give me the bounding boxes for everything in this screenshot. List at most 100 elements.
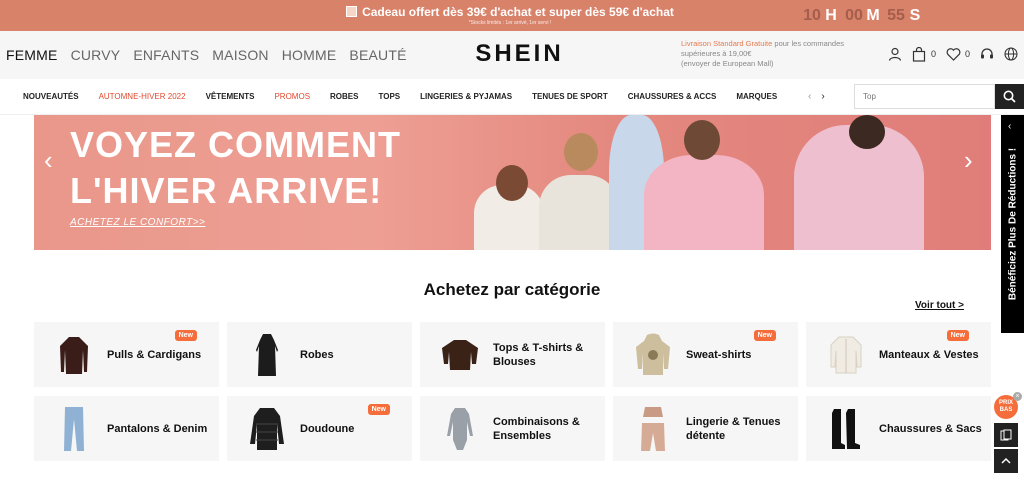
chevron-left-icon: ‹: [1008, 121, 1012, 132]
new-badge: New: [753, 330, 776, 341]
nav-item-robes[interactable]: ROBES: [330, 92, 358, 101]
cart-icon[interactable]: [910, 45, 928, 63]
bodysuit-icon: [440, 404, 480, 453]
banner-model-head: [684, 120, 720, 160]
banner-line-2: L'HIVER ARRIVE!: [70, 170, 383, 211]
banner-model: [539, 175, 619, 250]
category-card-lingerie[interactable]: Lingerie & Tenues détente: [613, 396, 798, 461]
category-label: Tops & T-shirts & Blouses: [493, 341, 584, 368]
category-card-pulls[interactable]: Pulls & Cardigans New: [34, 322, 219, 387]
banner-model-head: [564, 133, 598, 171]
search-button[interactable]: [995, 84, 1024, 109]
category-label: Doudoune: [300, 422, 355, 435]
cart-count: 0: [931, 49, 937, 59]
wishlist-count: 0: [965, 49, 971, 59]
new-badge: New: [174, 330, 197, 341]
new-badge: New: [367, 404, 390, 415]
jacket-icon: [826, 330, 866, 379]
see-all-link[interactable]: Voir tout >: [915, 300, 964, 311]
hoodie-icon: [633, 330, 673, 379]
nav-scroll-arrows: ‹ ›: [808, 91, 825, 102]
category-label: Manteaux & Vestes: [879, 348, 979, 361]
wishlist-icon[interactable]: [944, 45, 962, 63]
promo-subtext: *Stocks limités : 1er arrivé, 1er servi …: [468, 20, 552, 26]
site-header: FEMME CURVY ENFANTS MAISON HOMME BEAUTÉ …: [0, 31, 1024, 79]
tab-curvy[interactable]: CURVY: [71, 47, 121, 63]
top-icon: [440, 330, 480, 379]
gender-tabs: FEMME CURVY ENFANTS MAISON HOMME BEAUTÉ: [6, 47, 407, 63]
hero-banner[interactable]: VOYEZ COMMENT L'HIVER ARRIVE! ACHETEZ LE…: [34, 115, 991, 250]
nav-item-nouveautes[interactable]: NOUVEAUTÉS: [23, 92, 79, 101]
timer-hours: 10: [803, 6, 821, 24]
category-label: Chaussures & Sacs: [879, 422, 982, 435]
category-card-pantalons[interactable]: Pantalons & Denim: [34, 396, 219, 461]
category-card-combinaisons[interactable]: Combinaisons & Ensembles: [420, 396, 605, 461]
pages-icon: [1000, 429, 1012, 441]
close-icon[interactable]: ×: [1013, 392, 1022, 401]
nav-item-marques[interactable]: MARQUES: [736, 92, 777, 101]
compare-button[interactable]: [994, 423, 1018, 447]
nav-item-sport[interactable]: TENUES DE SPORT: [532, 92, 608, 101]
loungewear-icon: [633, 404, 673, 453]
category-nav: NOUVEAUTÉS AUTOMNE-HIVER 2022 VÊTEMENTS …: [0, 79, 1024, 115]
shipping-info[interactable]: Livraison Standard Gratuite pour les com…: [681, 39, 876, 69]
header-icons: 0 0: [886, 45, 1020, 63]
shipping-subtext: (envoyer de European Mall): [681, 59, 774, 68]
side-discount-tab[interactable]: ‹ Bénéficiez Plus De Réductions !: [1001, 115, 1024, 333]
tab-beaute[interactable]: BEAUTÉ: [349, 47, 406, 63]
dress-icon: [247, 330, 287, 379]
category-card-manteaux[interactable]: Manteaux & Vestes New: [806, 322, 991, 387]
category-card-chaussures[interactable]: Chaussures & Sacs: [806, 396, 991, 461]
category-label: Robes: [300, 348, 334, 361]
sweater-icon: [54, 330, 94, 379]
jeans-icon: [54, 404, 94, 453]
category-card-robes[interactable]: Robes: [227, 322, 412, 387]
countdown-timer: 10 H 00 M 55 S: [802, 5, 928, 26]
search-icon: [1003, 90, 1016, 103]
promo-message[interactable]: Cadeau offert dès 39€ d'achat et super d…: [330, 4, 690, 27]
banner-headline: VOYEZ COMMENT L'HIVER ARRIVE!: [70, 122, 401, 214]
search-input[interactable]: [855, 85, 994, 108]
puffer-jacket-icon: [247, 404, 287, 453]
nav-prev-icon[interactable]: ‹: [808, 91, 811, 102]
shipping-highlight: Livraison Standard Gratuite: [681, 39, 773, 48]
category-section-title: Achetez par catégorie: [423, 280, 601, 299]
category-card-tops[interactable]: Tops & T-shirts & Blouses: [420, 322, 605, 387]
shein-logo[interactable]: SHEIN: [462, 40, 577, 68]
nav-item-chaussures[interactable]: CHAUSSURES & ACCS: [628, 92, 717, 101]
support-icon[interactable]: [978, 45, 996, 63]
category-label: Lingerie & Tenues détente: [686, 415, 781, 442]
banner-prev-icon[interactable]: ‹: [44, 145, 53, 176]
banner-model-head: [849, 115, 885, 149]
category-card-doudoune[interactable]: Doudoune New: [227, 396, 412, 461]
category-label: Combinaisons & Ensembles: [493, 415, 580, 442]
banner-cta-link[interactable]: ACHETEZ LE CONFORT>>: [70, 217, 205, 228]
category-label: Pulls & Cardigans: [107, 348, 202, 361]
category-card-sweat[interactable]: Sweat-shirts New: [613, 322, 798, 387]
tab-homme[interactable]: HOMME: [282, 47, 337, 63]
nav-item-vetements[interactable]: VÊTEMENTS: [206, 92, 255, 101]
banner-line-1: VOYEZ COMMENT: [70, 124, 402, 165]
timer-minutes-unit: M: [866, 6, 880, 24]
timer-seconds: 55: [887, 6, 905, 24]
nav-next-icon[interactable]: ›: [821, 91, 824, 102]
search-box[interactable]: [854, 84, 995, 109]
tab-femme[interactable]: FEMME: [6, 47, 58, 63]
nav-item-automne-hiver[interactable]: AUTOMNE-HIVER 2022: [99, 92, 186, 101]
banner-model-head: [496, 165, 528, 201]
category-label: Sweat-shirts: [686, 348, 752, 361]
nav-item-promos[interactable]: PROMOS: [274, 92, 310, 101]
banner-next-icon[interactable]: ›: [964, 145, 973, 176]
category-label: Pantalons & Denim: [107, 422, 208, 435]
globe-icon[interactable]: [1002, 45, 1020, 63]
tab-enfants[interactable]: ENFANTS: [133, 47, 199, 63]
back-to-top-button[interactable]: [994, 449, 1018, 473]
timer-hours-unit: H: [825, 6, 837, 24]
arrow-up-icon: [1001, 457, 1011, 464]
nav-item-lingeries[interactable]: LINGERIES & PYJAMAS: [420, 92, 512, 101]
promo-bar[interactable]: Cadeau offert dès 39€ d'achat et super d…: [0, 0, 1024, 31]
tab-maison[interactable]: MAISON: [212, 47, 268, 63]
nav-item-tops[interactable]: TOPS: [378, 92, 400, 101]
account-icon[interactable]: [886, 45, 904, 63]
side-tab-label: Bénéficiez Plus De Réductions !: [1007, 147, 1019, 301]
